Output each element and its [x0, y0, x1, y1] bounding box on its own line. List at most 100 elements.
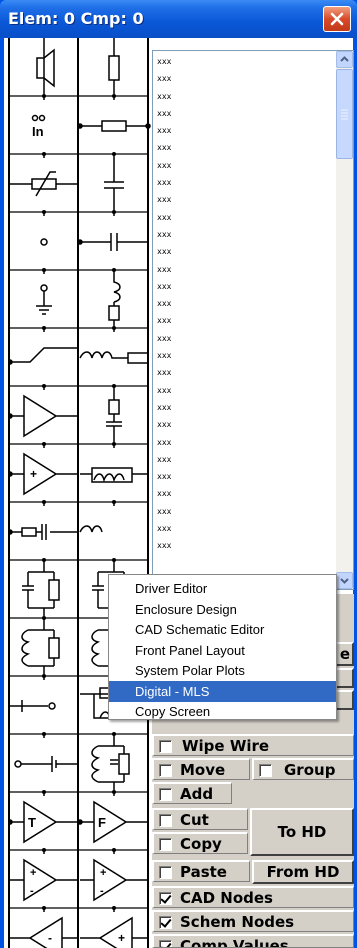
checkbox-box [159, 814, 172, 827]
capacitor-horizontal-icon[interactable] [77, 233, 148, 251]
list-item[interactable]: xxx [157, 485, 329, 502]
svg-text:F: F [98, 815, 106, 830]
list-item[interactable]: xxx [157, 174, 329, 191]
list-item[interactable]: xxx [157, 451, 329, 468]
context-menu: Driver Editor Enclosure Design CAD Schemat… [108, 574, 337, 720]
list-item[interactable]: xxx [157, 70, 329, 87]
list-item[interactable]: xxx [157, 243, 329, 260]
menu-item-copy-screen[interactable]: Copy Screen [109, 701, 336, 722]
amp-t-icon[interactable]: T [7, 800, 78, 844]
checkbox-box [259, 764, 272, 777]
cut-checkbox[interactable]: Cut [152, 808, 248, 830]
checkbox-box [159, 838, 172, 851]
terminal-icon[interactable] [10, 700, 56, 712]
list-item[interactable]: xxx [157, 226, 329, 243]
ground-symbol-icon[interactable] [36, 284, 52, 315]
scroll-down-button[interactable] [336, 572, 353, 589]
list-item[interactable]: xxx [157, 88, 329, 105]
add-checkbox[interactable]: Add [152, 782, 232, 804]
list-scrollbar[interactable] [336, 51, 353, 589]
svg-text:+: + [118, 931, 125, 945]
input-node-icon[interactable]: In [31, 114, 46, 140]
paste-checkbox[interactable]: Paste [152, 860, 250, 882]
menu-item-system-polar-plots[interactable]: System Polar Plots [109, 660, 336, 681]
wipe-wire-checkbox[interactable]: Wipe Wire [152, 734, 354, 756]
copy-checkbox[interactable]: Copy [152, 832, 248, 854]
inv-amp-plus-icon[interactable]: + [80, 916, 148, 948]
list-item[interactable]: xxx [157, 105, 329, 122]
rc-parallel-icon[interactable] [22, 564, 60, 616]
diff-amp-right-icon[interactable]: +- [80, 858, 148, 902]
list-item[interactable]: xxx [157, 53, 329, 70]
schem-nodes-checkbox[interactable]: Schem Nodes [152, 910, 354, 932]
svg-text:+: + [30, 867, 36, 879]
inductor-wave-icon[interactable] [80, 467, 148, 483]
move-checkbox[interactable]: Move [152, 758, 250, 780]
amplifier-plus-icon[interactable]: + [7, 452, 78, 496]
svg-text:+: + [100, 867, 106, 879]
menu-item-enclosure-design[interactable]: Enclosure Design [109, 599, 336, 620]
svg-text:+: + [30, 467, 37, 481]
palette-drawing: In+T F+-+-- + [7, 38, 151, 948]
list-item[interactable]: xxx [157, 261, 329, 278]
window-title: Elem: 0 Cmp: 0 [8, 9, 144, 28]
amp-f-icon[interactable]: F [77, 800, 148, 844]
group-checkbox[interactable]: Group [252, 758, 354, 780]
list-item[interactable]: xxx [157, 312, 329, 329]
checkbox-box [159, 892, 172, 905]
list-item[interactable]: xxx [157, 122, 329, 139]
list-item[interactable]: xxx [157, 434, 329, 451]
svg-text:-: - [30, 885, 34, 897]
list-item[interactable]: xxx [157, 139, 329, 156]
node-dot-icon[interactable] [40, 238, 48, 246]
list-item[interactable]: xxx [157, 382, 329, 399]
list-item[interactable]: xxx [157, 416, 329, 433]
inductor-vertical-icon[interactable] [108, 274, 121, 326]
to-hd-button[interactable]: To HD [250, 808, 354, 856]
capacitor-vertical-icon[interactable] [104, 158, 124, 210]
list-item[interactable]: xxx [157, 503, 329, 520]
lr-parallel-icon[interactable] [21, 622, 60, 674]
switch-symbol-icon[interactable] [7, 347, 78, 365]
list-item[interactable]: xxx [157, 157, 329, 174]
inv-amp-icon[interactable]: - [10, 916, 78, 948]
chevron-down-icon [340, 578, 349, 584]
scroll-up-button[interactable] [336, 51, 353, 68]
component-palette: In + T F + - + - - + [7, 38, 151, 948]
list-item[interactable]: xxx [157, 209, 329, 226]
list-item[interactable]: xxx [157, 278, 329, 295]
list-item[interactable]: xxx [157, 191, 329, 208]
list-item[interactable]: xxx [157, 468, 329, 485]
resistor-vertical-icon[interactable] [108, 42, 120, 94]
list-item[interactable]: xxx [157, 520, 329, 537]
list-item[interactable]: xxx [157, 330, 329, 347]
capacitor-series-icon[interactable] [7, 524, 78, 540]
menu-item-driver-editor[interactable]: Driver Editor [109, 578, 336, 599]
from-hd-button[interactable]: From HD [252, 860, 354, 884]
speaker-symbol-icon[interactable] [36, 42, 55, 94]
diff-amp-left-icon[interactable]: +- [10, 858, 78, 902]
comp-values-checkbox[interactable]: Comp Values [152, 934, 354, 948]
scroll-thumb[interactable] [336, 69, 353, 159]
rlc-vertical-icon[interactable] [106, 390, 122, 442]
battery-icon[interactable] [14, 756, 78, 772]
close-button[interactable] [323, 6, 351, 32]
menu-item-cad-schematic-editor[interactable]: CAD Schematic Editor [109, 619, 336, 640]
list-item[interactable]: xxx [157, 399, 329, 416]
cad-nodes-checkbox[interactable]: CAD Nodes [152, 886, 354, 908]
inductor-series-icon[interactable] [79, 525, 103, 533]
list-item[interactable]: xxx [157, 364, 329, 381]
lcr-network-icon[interactable] [91, 738, 130, 790]
menu-item-digital-mls[interactable]: Digital - MLS [109, 680, 336, 702]
list-item[interactable]: xxx [157, 537, 329, 554]
resistor-horizontal-icon[interactable] [77, 120, 151, 132]
element-list[interactable]: xxx xxx xxx xxx xxx xxx xxx xxx xxx xxx xxx xxx xxx x… [152, 50, 354, 590]
checkbox-box [159, 940, 172, 947]
menu-item-front-panel-layout[interactable]: Front Panel Layout [109, 640, 336, 661]
list-item[interactable]: xxx [157, 295, 329, 312]
title-bar[interactable]: Elem: 0 Cmp: 0 [0, 0, 357, 38]
list-item[interactable]: xxx [157, 347, 329, 364]
inductor-resistor-icon[interactable] [79, 351, 149, 364]
variable-resistor-icon[interactable] [10, 171, 78, 197]
amplifier-icon[interactable] [7, 394, 78, 438]
